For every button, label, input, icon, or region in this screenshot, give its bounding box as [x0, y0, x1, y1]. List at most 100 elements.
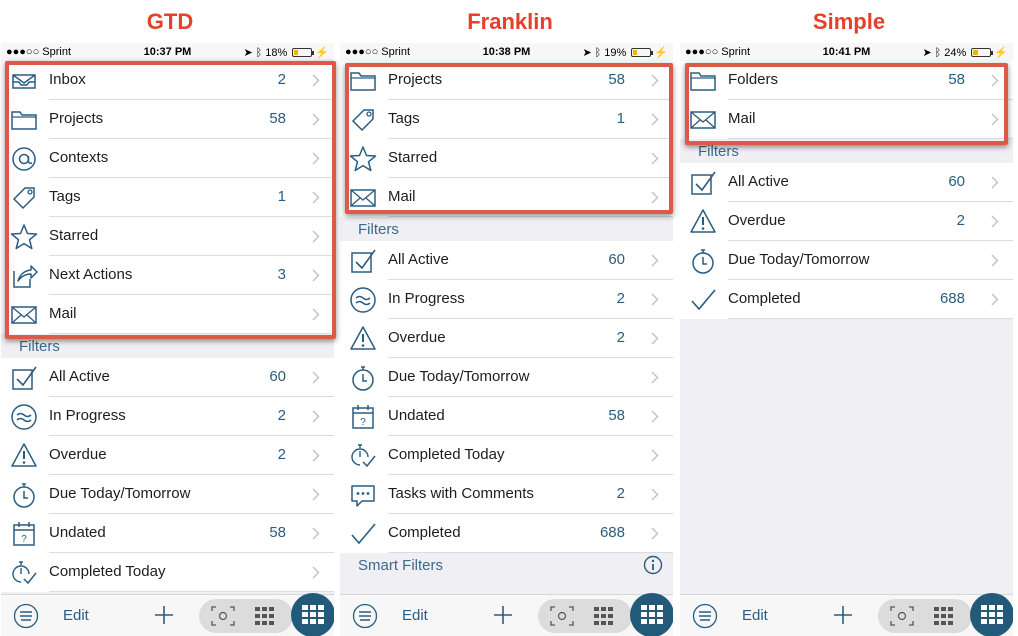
edit-button[interactable]: Edit	[63, 607, 89, 624]
row-label: Due Today/Tomorrow	[388, 368, 530, 385]
row-count-badge: 2	[616, 290, 625, 307]
location-arrow-icon: ➤	[582, 47, 592, 59]
charging-icon: ⚡	[654, 47, 668, 59]
list-row-overdue[interactable]: Overdue 2	[680, 202, 1013, 241]
calendar-question-icon: ?	[9, 519, 39, 549]
list-row-all-active[interactable]: All Active 60	[1, 358, 334, 397]
location-arrow-icon: ➤	[243, 47, 253, 59]
grid-view-icon[interactable]	[594, 607, 614, 625]
svg-text:?: ?	[360, 417, 366, 428]
focus-view-icon[interactable]	[890, 606, 914, 626]
grid-view-icon[interactable]	[934, 607, 954, 625]
bottom-toolbar: Edit	[680, 593, 1013, 636]
list-row-overdue[interactable]: Overdue 2	[1, 436, 334, 475]
view-mode-segmented-control	[878, 599, 972, 633]
row-label: Due Today/Tomorrow	[728, 251, 870, 268]
add-task-icon[interactable]	[492, 604, 514, 626]
stopwatch-icon	[9, 480, 39, 510]
list-row-undated[interactable]: ? Undated 58	[340, 397, 673, 436]
lists-grid-button[interactable]	[630, 593, 673, 636]
row-count-badge: 58	[269, 524, 286, 541]
add-task-icon[interactable]	[153, 604, 175, 626]
menu-icon[interactable]	[13, 603, 39, 629]
list-row-in-progress[interactable]: In Progress 2	[340, 280, 673, 319]
highlight-box-gtd	[5, 61, 336, 339]
warning-icon	[348, 324, 378, 354]
row-label: Completed	[728, 290, 801, 307]
section-title: Filters	[358, 221, 399, 238]
stopwatch-check-icon	[348, 441, 378, 471]
list-row-all-active[interactable]: All Active 60	[680, 163, 1013, 202]
stopwatch-icon	[348, 363, 378, 393]
list-row-in-progress[interactable]: In Progress 2	[1, 397, 334, 436]
add-task-icon[interactable]	[832, 604, 854, 626]
status-bar: ●●●○○ Sprint 10:37 PM ➤ ᛒ 18% ⚡	[1, 43, 334, 61]
bluetooth-icon: ᛒ	[594, 46, 602, 59]
warning-icon	[688, 207, 718, 237]
lists-grid-button[interactable]	[291, 593, 334, 636]
list-row-completed[interactable]: Completed 688	[340, 514, 673, 553]
in-progress-icon	[9, 402, 39, 432]
stopwatch-icon	[688, 246, 718, 276]
heading-franklin: Franklin	[467, 9, 553, 34]
section-title: Smart Filters	[358, 557, 444, 574]
list-row-completed[interactable]: Completed 688	[680, 280, 1013, 319]
row-separator	[728, 318, 1013, 319]
edit-button[interactable]: Edit	[742, 607, 768, 624]
location-arrow-icon: ➤	[922, 47, 932, 59]
grid-view-icon[interactable]	[255, 607, 275, 625]
row-count-badge: 2	[277, 446, 286, 463]
row-label: Due Today/Tomorrow	[49, 485, 191, 502]
row-count-badge: 60	[608, 251, 625, 268]
row-label: Overdue	[388, 329, 446, 346]
comment-icon	[348, 480, 378, 510]
lists-grid-button[interactable]	[970, 593, 1013, 636]
highlight-box-simple	[685, 63, 1008, 145]
edit-button[interactable]: Edit	[402, 607, 428, 624]
view-mode-segmented-control	[538, 599, 632, 633]
battery-icon	[631, 48, 654, 57]
status-right: ➤ ᛒ 24% ⚡	[922, 46, 1008, 60]
highlight-box-franklin	[345, 63, 673, 214]
battery-percent: 24%	[944, 46, 967, 59]
list-row-undated[interactable]: ? Undated 58	[1, 514, 334, 553]
list-row-all-active[interactable]: All Active 60	[340, 241, 673, 280]
battery-icon	[292, 48, 315, 57]
checkmark-icon	[688, 285, 718, 315]
section-title: Filters	[698, 143, 739, 160]
list-row-completed-today[interactable]: Completed Today	[340, 436, 673, 475]
row-count-badge: 688	[939, 290, 965, 307]
row-count-badge: 2	[616, 485, 625, 502]
info-icon[interactable]	[643, 555, 663, 575]
row-label: All Active	[49, 368, 110, 385]
focus-view-icon[interactable]	[211, 606, 235, 626]
row-count-badge: 2	[956, 212, 965, 229]
list-row-completed-today[interactable]: Completed Today	[1, 553, 334, 592]
bottom-toolbar: Edit	[1, 593, 334, 636]
list-row-overdue[interactable]: Overdue 2	[340, 319, 673, 358]
list-row-tasks-with-comments[interactable]: Tasks with Comments 2	[340, 475, 673, 514]
bluetooth-icon: ᛒ	[255, 46, 263, 59]
charging-icon: ⚡	[315, 47, 329, 59]
calendar-question-icon: ?	[348, 402, 378, 432]
row-separator	[49, 591, 334, 592]
battery-icon	[971, 48, 994, 57]
row-label: All Active	[728, 173, 789, 190]
list-row-due-today-tomorrow[interactable]: Due Today/Tomorrow	[680, 241, 1013, 280]
row-label: Completed Today	[49, 563, 166, 580]
charging-icon: ⚡	[994, 47, 1008, 59]
status-bar: ●●●○○ Sprint 10:38 PM ➤ ᛒ 19% ⚡	[340, 43, 673, 61]
focus-view-icon[interactable]	[550, 606, 574, 626]
view-mode-segmented-control	[199, 599, 293, 633]
row-label: Completed Today	[388, 446, 505, 463]
section-title: Filters	[19, 338, 60, 355]
in-progress-icon	[348, 285, 378, 315]
svg-text:?: ?	[21, 534, 27, 545]
battery-percent: 19%	[604, 46, 627, 59]
row-label: Undated	[388, 407, 445, 424]
menu-icon[interactable]	[352, 603, 378, 629]
list-row-due-today-tomorrow[interactable]: Due Today/Tomorrow	[1, 475, 334, 514]
list-row-due-today-tomorrow[interactable]: Due Today/Tomorrow	[340, 358, 673, 397]
status-bar: ●●●○○ Sprint 10:41 PM ➤ ᛒ 24% ⚡	[680, 43, 1013, 61]
menu-icon[interactable]	[692, 603, 718, 629]
